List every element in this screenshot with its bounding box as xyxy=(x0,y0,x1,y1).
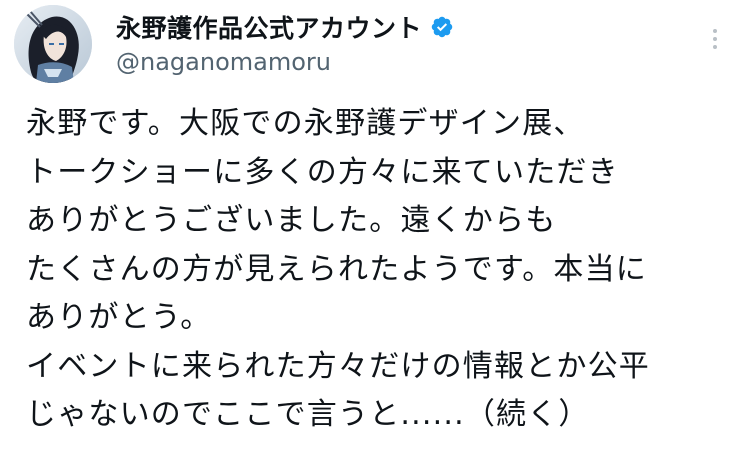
tweet-text-line: たくさんの方が見えられたようです。本当に xyxy=(26,251,647,287)
verified-badge-icon xyxy=(431,16,453,38)
avatar[interactable] xyxy=(14,5,92,83)
tweet-text-line: じゃないのでここで言うと......（続く） xyxy=(26,397,590,432)
tweet-text-line: 永野です。大阪での永野護デザイン展、 xyxy=(26,106,585,141)
tweet-text-line: ありがとう。 xyxy=(26,300,212,335)
display-name[interactable]: 永野護作品公式アカウント xyxy=(116,9,422,45)
tweet-text-line: ありがとうございました。遠くからも xyxy=(26,203,557,238)
author-name-row: 永野護作品公式アカウント xyxy=(116,10,454,44)
tweet-text: 永野です。大阪での永野護デザイン展、 トークショーに多くの方々に来ていただき あ… xyxy=(26,100,726,440)
tweet-card: 永野護作品公式アカウント @naganomamoru 永野です。大阪での永野護デ… xyxy=(0,0,743,464)
tweet-text-line: イベントに来られた方々だけの情報とか公平 xyxy=(26,348,650,384)
tweet-text-line: トークショーに多くの方々に来ていただき xyxy=(26,154,619,190)
author-handle[interactable]: @naganomamoru xyxy=(116,48,331,76)
more-options-icon[interactable] xyxy=(703,24,727,54)
